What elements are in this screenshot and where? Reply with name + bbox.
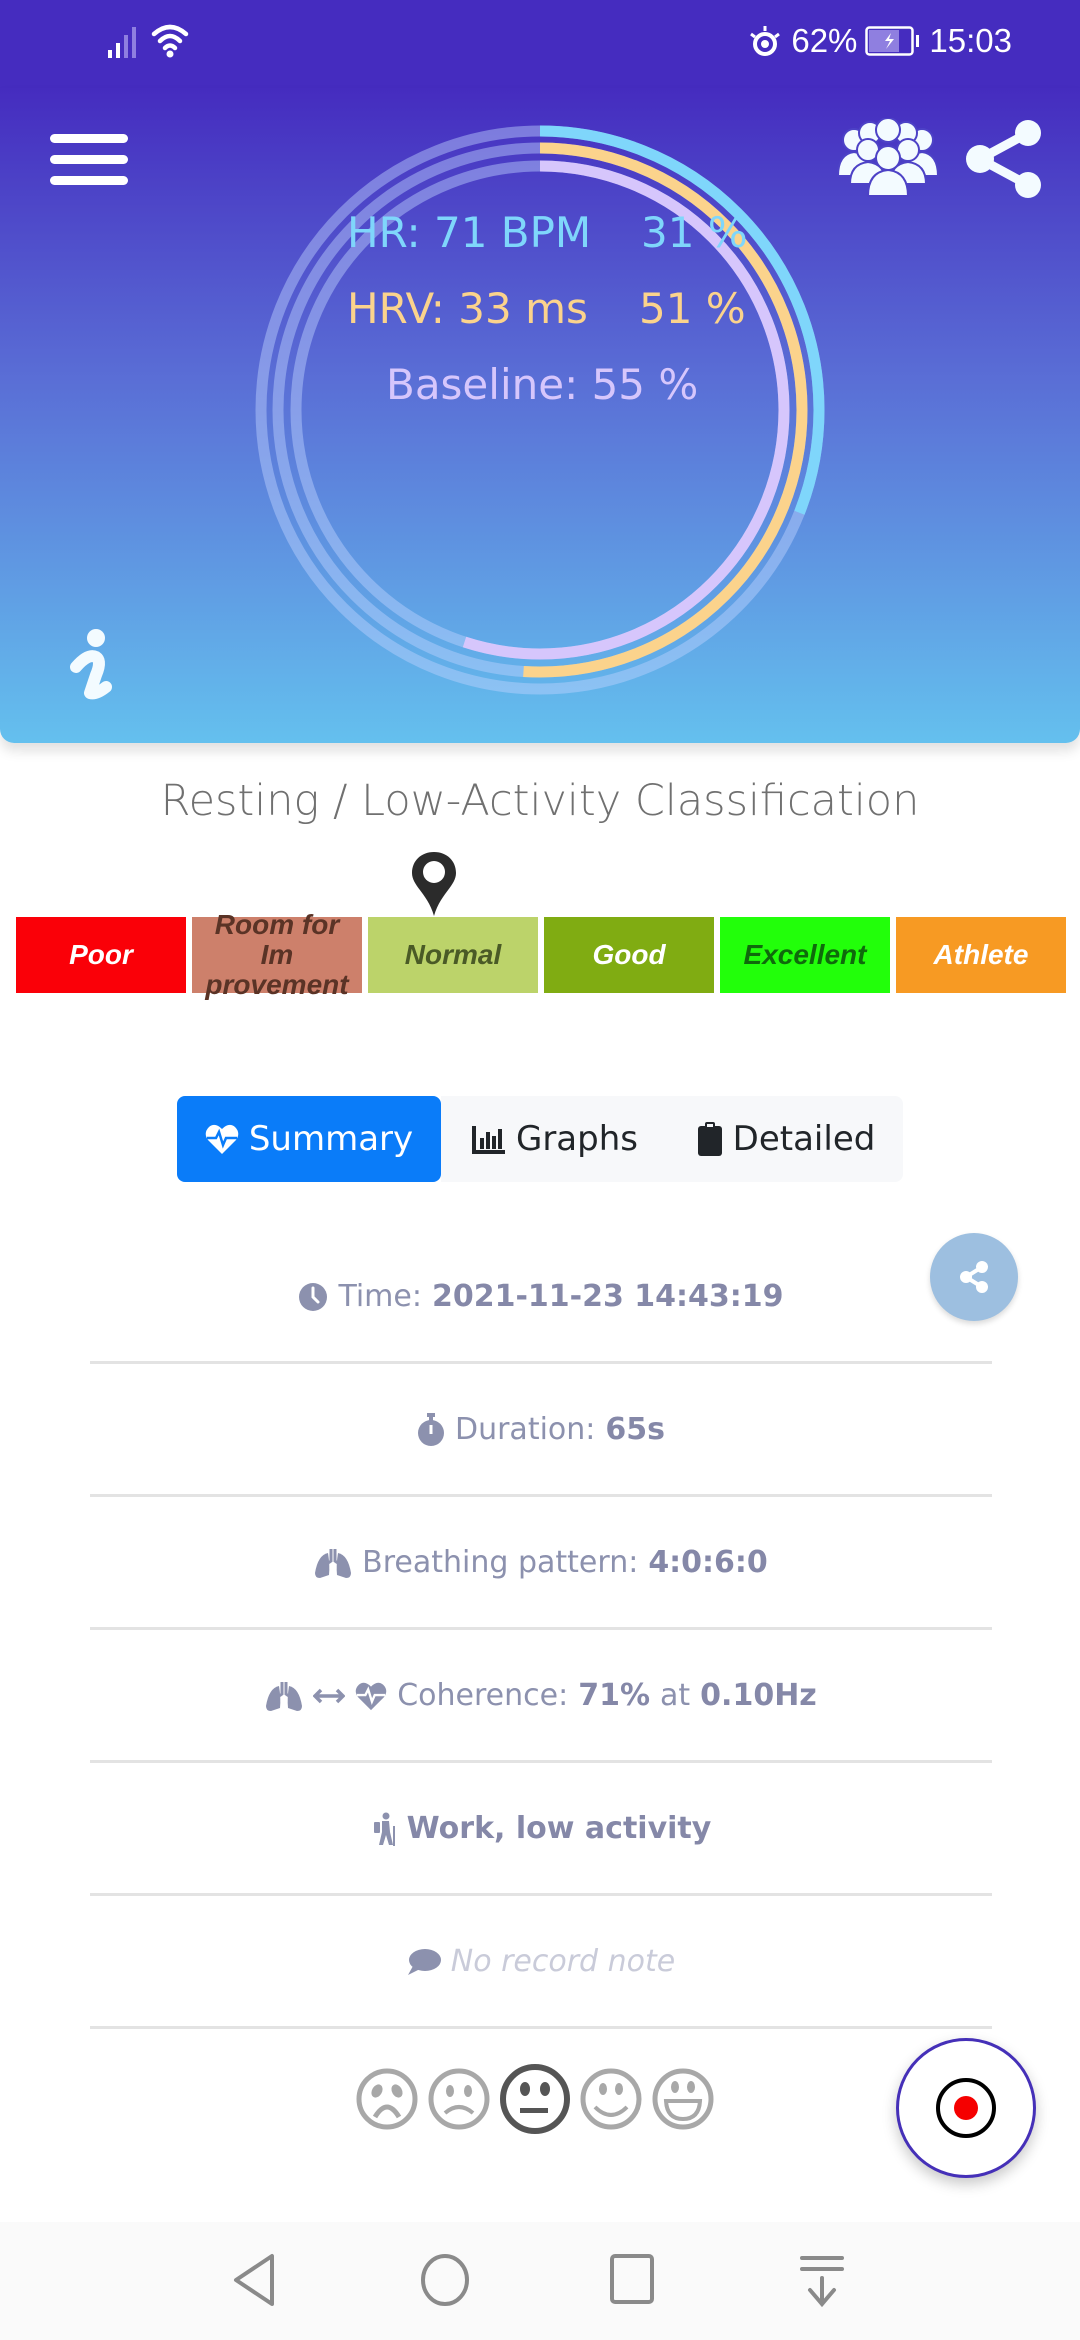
- signal-icon: [108, 27, 136, 58]
- lungs-icon: [315, 1548, 352, 1578]
- time-value: 2021-11-23 14:43:19: [431, 1279, 784, 1314]
- share-icon: [960, 1261, 988, 1293]
- duration-row: Duration: 65s: [90, 1365, 992, 1497]
- heartbeat-icon: [355, 1682, 387, 1710]
- note-text: No record note: [450, 1944, 676, 1979]
- mood-selector: [355, 2063, 715, 2135]
- wifi-icon: [151, 24, 189, 58]
- mood-neutral-icon[interactable]: [499, 2063, 571, 2135]
- clipboard-icon: [697, 1122, 722, 1156]
- duration-value: 65s: [605, 1412, 665, 1447]
- android-nav-bar: [0, 2222, 1080, 2340]
- double-arrow-icon: [313, 1688, 346, 1703]
- notification-pull-icon[interactable]: [800, 2252, 844, 2308]
- stopwatch-icon: [417, 1412, 444, 1446]
- level-poor[interactable]: Poor: [16, 917, 186, 993]
- record-button[interactable]: [896, 2038, 1036, 2178]
- group-users-icon[interactable]: [836, 118, 940, 198]
- recents-icon[interactable]: [609, 2252, 655, 2308]
- battery-charging-icon: [865, 26, 920, 56]
- clock: 15:03: [929, 22, 1012, 59]
- comment-icon: [407, 1948, 441, 1975]
- level-normal[interactable]: Normal: [368, 917, 538, 993]
- hiking-icon: [373, 1812, 395, 1846]
- level-athlete[interactable]: Athlete: [896, 917, 1066, 993]
- mood-very-happy-icon[interactable]: [651, 2067, 715, 2131]
- eye-comfort-icon: [750, 26, 781, 56]
- clock-icon: [299, 1282, 328, 1311]
- record-icon: [936, 2078, 996, 2138]
- share-icon[interactable]: [962, 120, 1046, 198]
- header-card: HR: 71 BPM 31 % HRV: 33 ms 51 % Baseline…: [0, 88, 1080, 743]
- status-bar: 62% 15:03: [0, 0, 1080, 88]
- coherence-value: 71%: [578, 1678, 651, 1713]
- level-good[interactable]: Good: [544, 917, 714, 993]
- level-room-for-improvement[interactable]: Room for Im provement: [192, 910, 362, 1000]
- share-record-button[interactable]: [930, 1233, 1018, 1321]
- mood-happy-icon[interactable]: [579, 2067, 643, 2131]
- breathing-row: Breathing pattern: 4:0:6:0: [90, 1498, 992, 1630]
- heartbeat-icon: [205, 1124, 239, 1154]
- classification-title: Resting / Low-Activity Classification: [160, 776, 920, 826]
- hr-value: HR: 71 BPM: [347, 208, 592, 257]
- hr-hrv-gauge: [255, 125, 825, 695]
- level-excellent[interactable]: Excellent: [720, 917, 890, 993]
- coherence-frequency: 0.10Hz: [700, 1678, 817, 1713]
- map-pin-icon: [412, 852, 456, 916]
- baseline-value: Baseline: 55 %: [386, 360, 699, 409]
- tab-detailed[interactable]: Detailed: [669, 1096, 903, 1182]
- tab-summary[interactable]: Summary: [177, 1096, 441, 1182]
- breathing-value: 4:0:6:0: [648, 1545, 768, 1580]
- bar-chart-icon: [471, 1126, 505, 1154]
- note-row[interactable]: No record note: [90, 1897, 992, 2029]
- activity-value: Work, low activity: [406, 1811, 712, 1846]
- activity-row[interactable]: Work, low activity: [90, 1764, 992, 1896]
- home-icon[interactable]: [420, 2252, 470, 2308]
- tab-graphs[interactable]: Graphs: [441, 1096, 669, 1182]
- hamburger-menu-icon[interactable]: [50, 134, 128, 186]
- hrv-value: HRV: 33 ms: [347, 284, 588, 333]
- classification-scale: Poor Room for Im provement Normal Good E…: [16, 910, 1066, 1000]
- coherence-row: Coherence: 71% at 0.10Hz: [90, 1631, 992, 1763]
- mood-very-sad-icon[interactable]: [355, 2067, 419, 2131]
- battery-percent: 62%: [791, 22, 858, 59]
- time-row: Time: 2021-11-23 14:43:19: [90, 1232, 992, 1364]
- hrv-percent: 51 %: [639, 284, 746, 333]
- info-icon[interactable]: [66, 623, 116, 713]
- lungs-icon: [266, 1681, 303, 1711]
- back-icon[interactable]: [232, 2252, 278, 2308]
- view-tabs: Summary Graphs Detailed: [177, 1096, 903, 1182]
- hr-percent: 31 %: [641, 208, 748, 257]
- mood-sad-icon[interactable]: [427, 2067, 491, 2131]
